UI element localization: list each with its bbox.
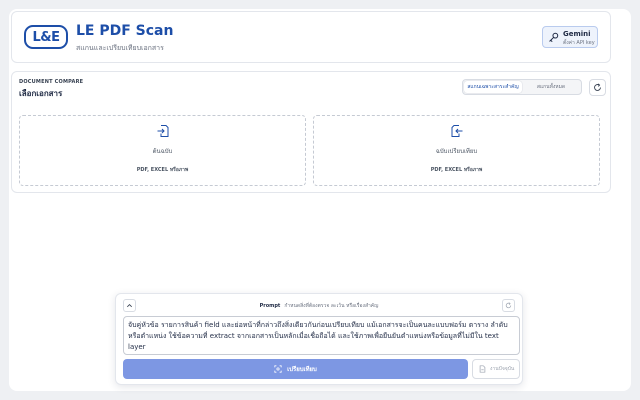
reset-button[interactable]: [589, 79, 606, 96]
prompt-label: Prompt: [259, 303, 281, 309]
gemini-sublabel: ตั้งค่า API key: [563, 40, 595, 46]
export-button-label: งานปัจจุบัน: [490, 366, 515, 372]
prompt-panel: Prompt กำหนดสิ่งที่ต้องตรวจ ละเว้น หรือเร…: [115, 293, 523, 385]
dropzone-original-title: ต้นฉบับ: [152, 148, 173, 155]
chevron-up-icon: [127, 304, 132, 308]
section-label: DOCUMENT COMPARE: [19, 79, 84, 85]
collapse-button[interactable]: [123, 299, 136, 312]
dropzone-original[interactable]: ต้นฉบับ PDF, EXCEL หรือภาพ: [19, 115, 306, 186]
prompt-header: Prompt กำหนดสิ่งที่ต้องตรวจ ละเว้น หรือเร…: [140, 302, 498, 310]
mode-tab-key-content[interactable]: สแกนเฉพาะสาระสำคัญ: [464, 81, 522, 93]
key-icon: [549, 32, 559, 42]
scan-icon: [274, 365, 282, 373]
export-button[interactable]: งานปัจจุบัน: [472, 359, 520, 379]
compare-button[interactable]: เปรียบเทียบ: [123, 359, 468, 379]
prompt-hint: กำหนดสิ่งที่ต้องตรวจ ละเว้น หรือเรื่องสำ…: [284, 303, 379, 309]
app-logo: L&E: [24, 25, 68, 49]
mode-tab-full-scan[interactable]: สแกนทั้งหมด: [522, 81, 580, 93]
document-icon: [479, 365, 486, 373]
dropzone-comparison[interactable]: ฉบับเปรียบเทียบ PDF, EXCEL หรือภาพ: [313, 115, 600, 186]
gemini-label: Gemini: [563, 30, 591, 38]
app-title: LE PDF Scan: [76, 23, 174, 39]
refresh-icon: [594, 83, 601, 91]
dropzone-original-formats: PDF, EXCEL หรือภาพ: [136, 167, 189, 173]
app-header: L&E LE PDF Scan สแกนและเปรียบเทียบเอกสาร…: [11, 11, 611, 63]
dropzone-comparison-title: ฉบับเปรียบเทียบ: [435, 148, 478, 155]
dropzone-comparison-formats: PDF, EXCEL หรือภาพ: [430, 167, 483, 173]
document-compare-card: DOCUMENT COMPARE เลือกเอกสาร สแกนเฉพาะสา…: [11, 71, 611, 193]
file-export-icon: [451, 125, 463, 137]
refresh-icon: [505, 302, 512, 309]
gemini-settings-button[interactable]: Gemini ตั้งค่า API key: [542, 26, 598, 48]
prompt-input[interactable]: จับคู่หัวข้อ รายการสินค้า field และย่อหน…: [123, 316, 520, 355]
restore-prompt-button[interactable]: [502, 299, 515, 312]
app-subtitle: สแกนและเปรียบเทียบเอกสาร: [76, 44, 164, 52]
compare-button-label: เปรียบเทียบ: [287, 366, 317, 373]
section-title: เลือกเอกสาร: [19, 89, 63, 98]
file-import-icon: [157, 125, 169, 137]
scan-mode-toggle: สแกนเฉพาะสาระสำคัญ สแกนทั้งหมด: [462, 79, 582, 95]
